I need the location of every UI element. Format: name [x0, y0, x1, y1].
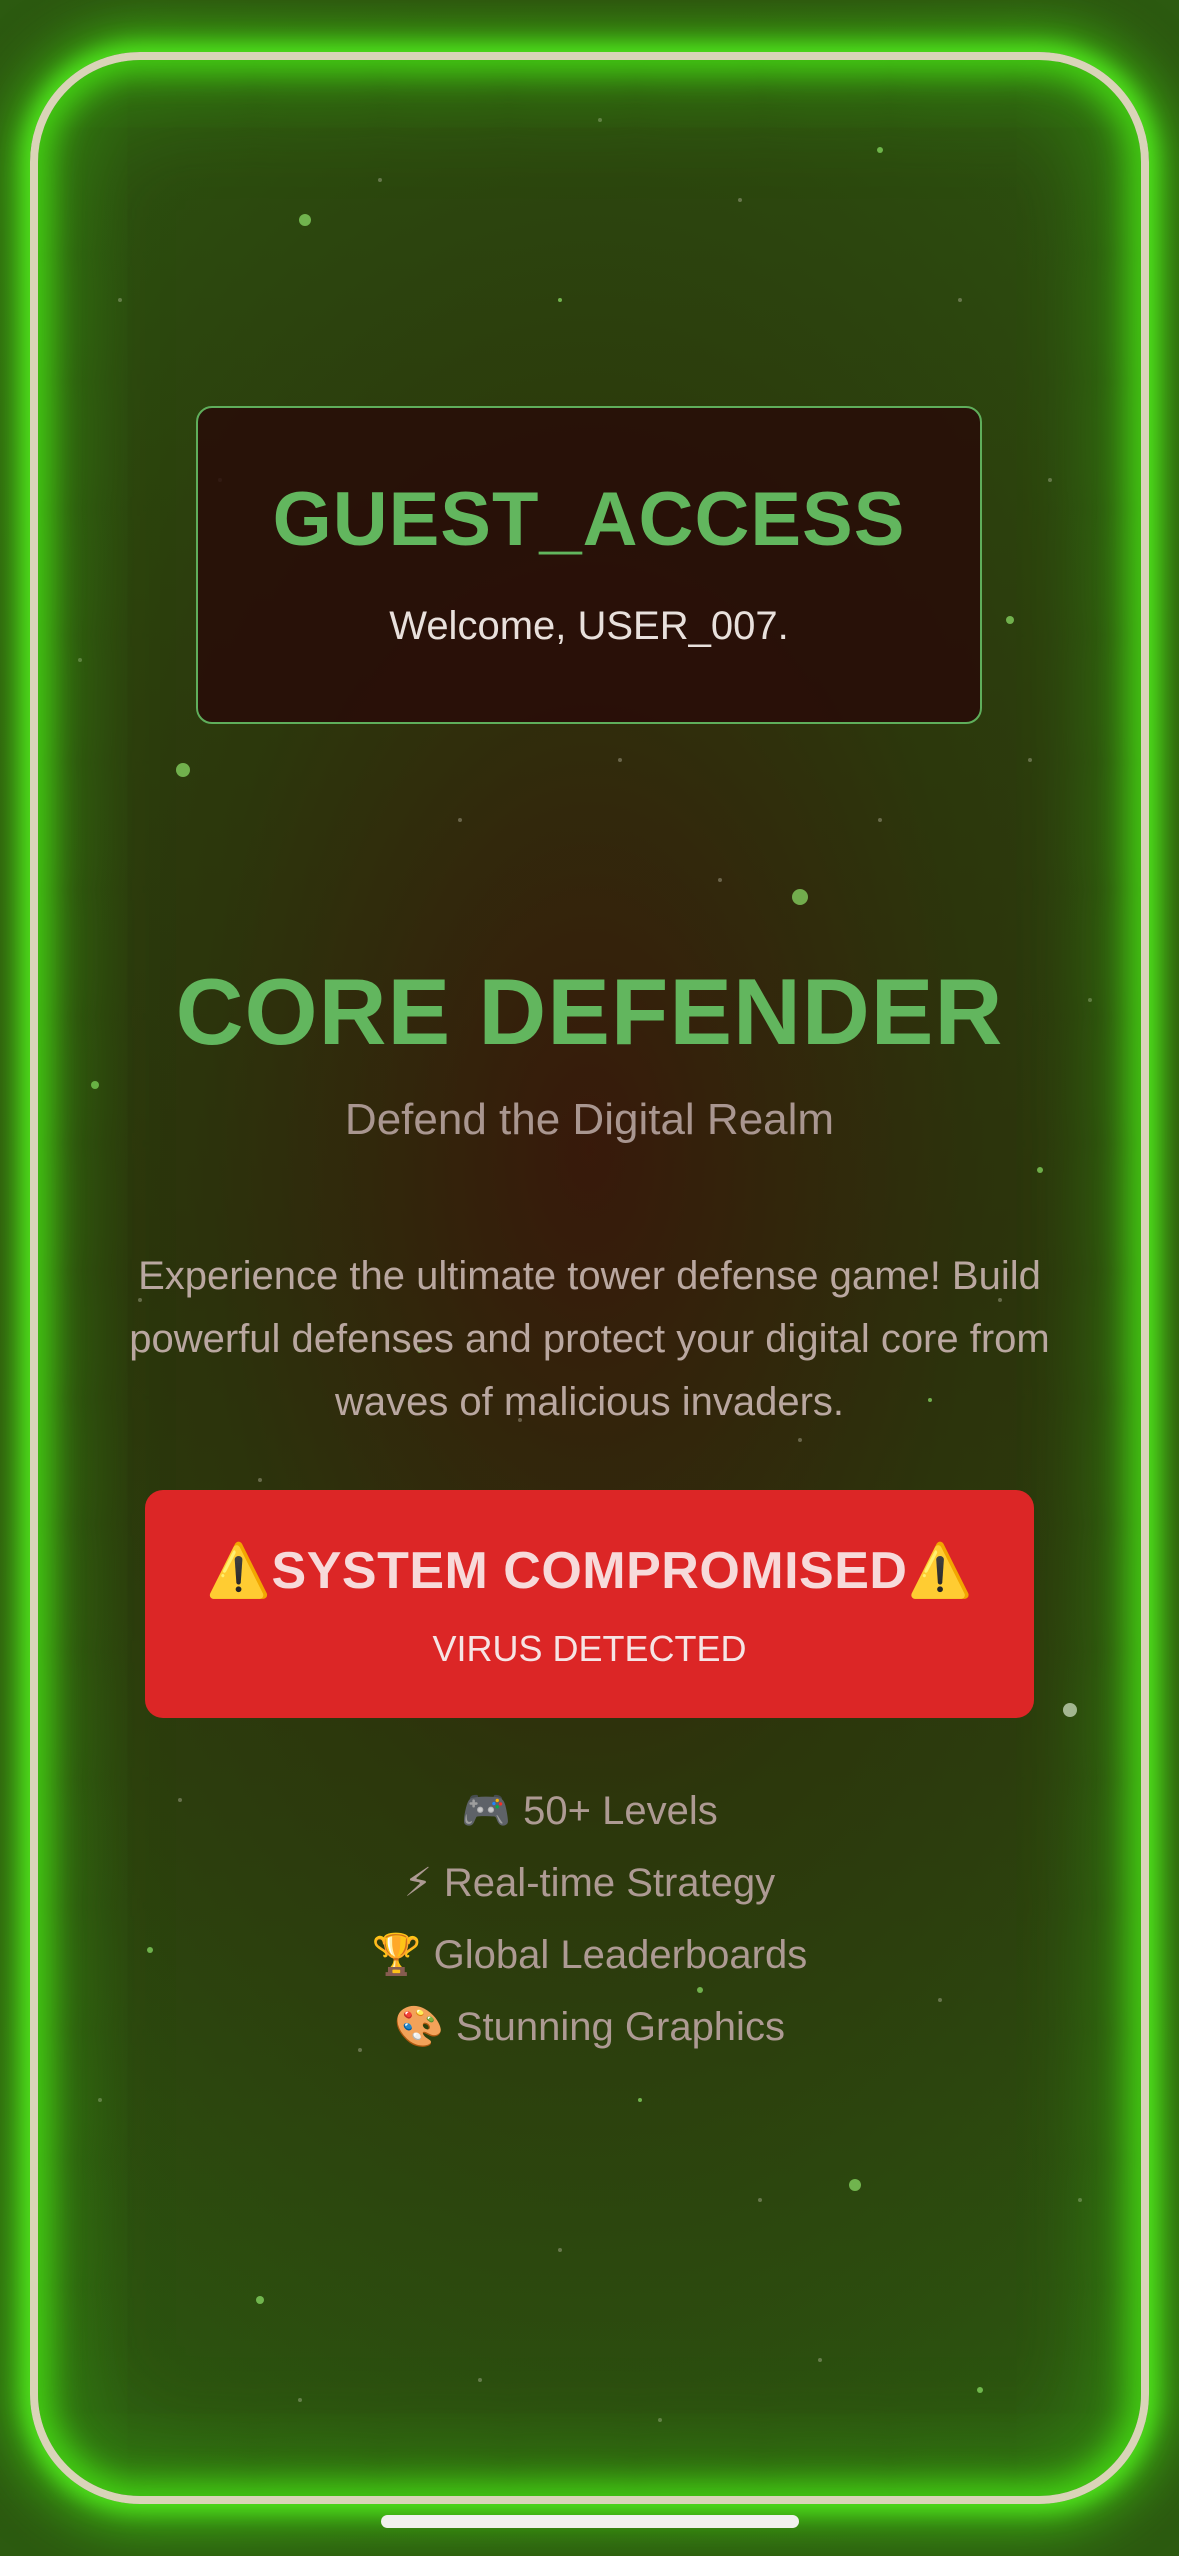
gamepad-icon: 🎮 [461, 1789, 512, 1833]
feature-item: 🎨 Stunning Graphics [0, 1991, 1179, 2063]
alert-subtitle: VIRUS DETECTED [432, 1628, 747, 1669]
feature-label: Global Leaderboards [433, 1933, 808, 1977]
game-description: Experience the ultimate tower defense ga… [129, 1254, 1050, 1424]
game-title: CORE DEFENDER [175, 959, 1004, 1064]
feature-item: 🏆 Global Leaderboards [0, 1919, 1179, 1991]
welcome-message: Welcome, USER_007. [389, 604, 789, 648]
access-title: GUEST_ACCESS [272, 477, 906, 562]
feature-item: 🎮 50+ Levels [0, 1775, 1179, 1847]
feature-label: 50+ Levels [523, 1789, 718, 1833]
lightning-icon: ⚡ [403, 1861, 432, 1905]
guest-access-card: GUEST_ACCESS Welcome, USER_007. [196, 406, 982, 724]
feature-label: Real-time Strategy [443, 1861, 776, 1905]
game-subtitle: Defend the Digital Realm [344, 1095, 835, 1144]
feature-item: ⚡ Real-time Strategy [0, 1847, 1179, 1919]
alert-title: ⚠️SYSTEM COMPROMISED⚠️ [206, 1542, 973, 1600]
game-landing-screen: GUEST_ACCESS Welcome, USER_007. CORE DEF… [0, 0, 1179, 2556]
feature-list: 🎮 50+ Levels ⚡ Real-time Strategy 🏆 Global … [0, 1775, 1179, 2063]
trophy-icon: 🏆 [371, 1933, 422, 1977]
home-indicator[interactable] [381, 2515, 799, 2528]
system-compromised-alert[interactable]: ⚠️SYSTEM COMPROMISED⚠️ VIRUS DETECTED [145, 1490, 1034, 1718]
palette-icon: 🎨 [394, 2005, 444, 2049]
feature-label: Stunning Graphics [455, 2005, 785, 2049]
